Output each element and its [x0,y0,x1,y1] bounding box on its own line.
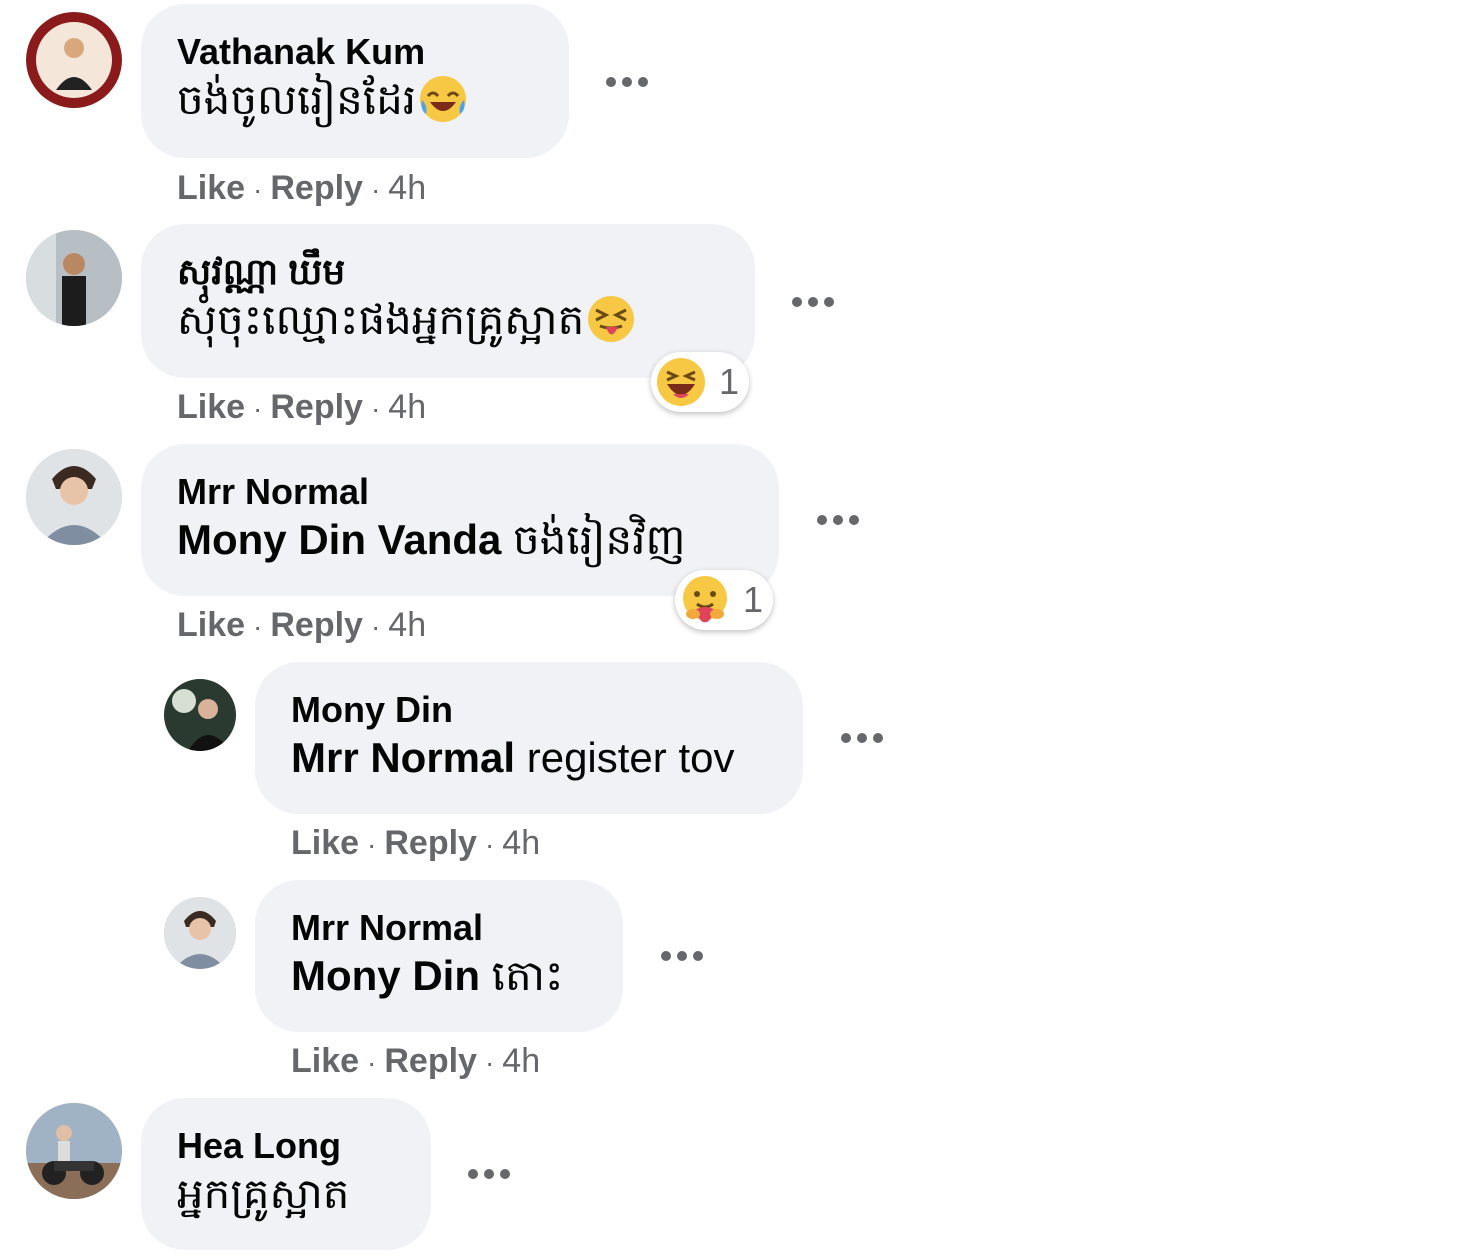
mention-link[interactable]: Mony Din Vanda [177,516,501,563]
comment: សុវណ្ណា ឃឹម សុំចុះឈ្មោះផងអ្នកគ្រូស្អាត 1… [0,220,900,440]
more-options-icon[interactable] [792,294,836,308]
comment-text: Mony Din តោះ [291,952,564,999]
comment-bubble: Mony Din Mrr Normal register tov [255,662,803,814]
timestamp[interactable]: 4h [502,1042,540,1080]
comment-actions: Like · Reply · 4h [291,824,541,862]
author-name[interactable]: សុវណ្ណា ឃឹម [177,250,719,294]
reply-comment: Mony Din Mrr Normal register tov Like · Re… [0,658,1000,878]
comment-bubble: Mrr Normal Mony Din តោះ [255,880,623,1032]
avatar[interactable] [164,897,236,969]
author-name[interactable]: Vathanak Kum [177,30,533,74]
comment-actions: Like · Reply · 4h [177,388,427,426]
like-button[interactable]: Like [177,169,245,207]
author-name[interactable]: Mrr Normal [177,470,743,514]
comment-actions: Like · Reply · 4h [177,169,427,207]
comment-thread: Vathanak Kum ចង់ចូលរៀនដែរ Like · Reply · 4h … [0,0,1468,1260]
comment-bubble: Hea Long អ្នកគ្រូស្អាត [141,1098,431,1250]
author-name[interactable]: Hea Long [177,1124,395,1168]
comment-actions: Like · Reply · 4h [291,1042,541,1080]
reply-button[interactable]: Reply [270,606,363,644]
avatar[interactable] [26,12,122,108]
timestamp[interactable]: 4h [388,169,426,207]
comment-text: អ្នកគ្រូស្អាត [177,1170,350,1217]
more-options-icon[interactable] [468,1166,512,1180]
reaction-badge[interactable]: 1 [675,570,773,630]
reply-button[interactable]: Reply [384,824,477,862]
timestamp[interactable]: 4h [388,606,426,644]
reply-button[interactable]: Reply [384,1042,477,1080]
reaction-count: 1 [743,579,764,620]
reply-comment: Mrr Normal Mony Din តោះ Like · Reply · 4h [0,876,1000,1096]
reaction-badge[interactable]: 1 [651,352,749,412]
author-name[interactable]: Mony Din [291,688,767,732]
haha-reaction-icon [655,356,707,408]
comment: Vathanak Kum ចង់ចូលរៀនដែរ Like · Reply · 4h [0,0,700,220]
mention-link[interactable]: Mony Din [291,952,480,999]
comment: Mrr Normal Mony Din Vanda ចង់រៀនវិញ 1 Li… [0,440,900,660]
squinting-tongue-emoji-icon [586,294,636,344]
avatar[interactable] [26,449,122,545]
comment-actions: Like · Reply · 4h [177,606,427,644]
comment-text: Mony Din Vanda ចង់រៀនវិញ [177,516,686,563]
comment: Hea Long អ្នកគ្រូស្អាត [0,1094,700,1260]
like-button[interactable]: Like [177,388,245,426]
more-options-icon[interactable] [661,948,705,962]
more-options-icon[interactable] [841,730,885,744]
avatar[interactable] [26,1103,122,1199]
reply-button[interactable]: Reply [270,388,363,426]
timestamp[interactable]: 4h [502,824,540,862]
comment-bubble: សុវណ្ណា ឃឹម សុំចុះឈ្មោះផងអ្នកគ្រូស្អាត [141,224,755,378]
care-reaction-icon [679,574,731,626]
like-button[interactable]: Like [291,824,359,862]
avatar[interactable] [26,230,122,326]
comment-text: Mrr Normal register tov [291,734,735,781]
more-options-icon[interactable] [817,512,861,526]
author-name[interactable]: Mrr Normal [291,906,587,950]
avatar[interactable] [164,679,236,751]
laughing-tears-emoji-icon [418,74,468,124]
timestamp[interactable]: 4h [388,388,426,426]
reply-button[interactable]: Reply [270,169,363,207]
comment-bubble: Vathanak Kum ចង់ចូលរៀនដែរ [141,4,569,158]
comment-text: សុំចុះឈ្មោះផងអ្នកគ្រូស្អាត [177,294,719,346]
like-button[interactable]: Like [291,1042,359,1080]
more-options-icon[interactable] [606,74,650,88]
like-button[interactable]: Like [177,606,245,644]
comment-text: ចង់ចូលរៀនដែរ [177,74,533,126]
mention-link[interactable]: Mrr Normal [291,734,515,781]
reaction-count: 1 [719,361,740,402]
